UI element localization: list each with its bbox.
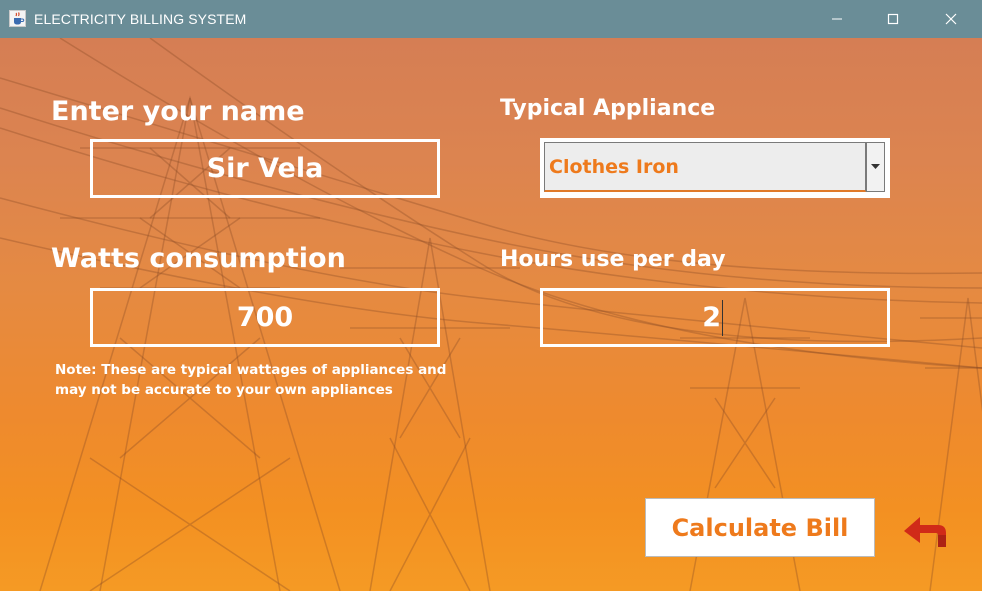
minimize-button[interactable] xyxy=(808,0,866,38)
name-input[interactable] xyxy=(90,139,440,198)
java-cup-icon xyxy=(9,10,26,27)
hours-input[interactable] xyxy=(540,288,890,347)
watts-label: Watts consumption xyxy=(51,243,346,274)
wattage-note: Note: These are typical wattages of appl… xyxy=(55,362,447,398)
text-caret xyxy=(722,300,723,336)
maximize-icon xyxy=(887,13,899,25)
minimize-icon xyxy=(832,18,842,20)
appliance-selected-box[interactable]: Clothes Iron xyxy=(544,142,866,192)
window-title: ELECTRICITY BILLING SYSTEM xyxy=(34,11,247,27)
appliance-selected-value: Clothes Iron xyxy=(549,156,679,178)
appliance-dropdown[interactable]: Clothes Iron xyxy=(540,138,890,198)
maximize-button[interactable] xyxy=(864,0,922,38)
name-label: Enter your name xyxy=(51,96,305,127)
title-bar[interactable]: ELECTRICITY BILLING SYSTEM xyxy=(0,0,982,38)
app-window: ELECTRICITY BILLING SYSTEM Enter your na… xyxy=(0,0,982,591)
appliance-label: Typical Appliance xyxy=(500,96,716,121)
close-icon xyxy=(945,13,957,25)
dropdown-arrow-button[interactable] xyxy=(866,142,885,192)
content-area: Enter your name Typical Appliance Clothe… xyxy=(0,38,982,591)
hours-label: Hours use per day xyxy=(500,247,726,272)
back-arrow-icon[interactable] xyxy=(902,513,950,551)
close-button[interactable] xyxy=(922,0,980,38)
chevron-down-icon xyxy=(871,164,880,169)
watts-input[interactable] xyxy=(90,288,440,347)
calculate-bill-button[interactable]: Calculate Bill xyxy=(645,498,875,557)
